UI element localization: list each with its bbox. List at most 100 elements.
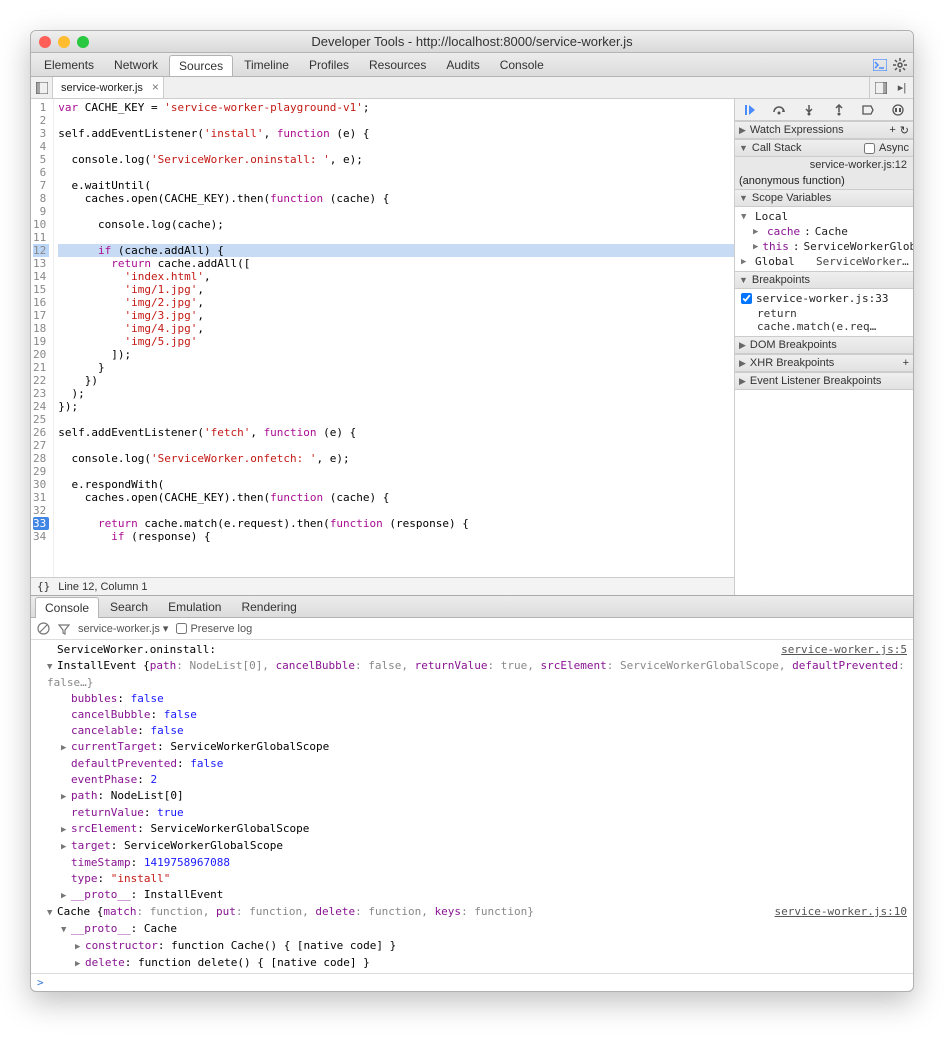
cursor-position: Line 12, Column 1 — [58, 581, 147, 593]
tab-console[interactable]: Console — [491, 55, 553, 75]
code-editor: 1234567891011121314151617181920212223242… — [31, 99, 735, 595]
dom-breakpoints-header[interactable]: ▶ DOM Breakpoints — [735, 336, 913, 354]
step-over-icon[interactable] — [770, 101, 788, 119]
breakpoints-panel-header[interactable]: ▼ Breakpoints — [735, 271, 913, 289]
editor-status-bar: {} Line 12, Column 1 — [31, 577, 734, 595]
console-line[interactable]: ▶target: ServiceWorkerGlobalScope — [37, 838, 907, 855]
callstack-frame[interactable]: (anonymous function) — [735, 173, 913, 189]
console-line[interactable]: defaultPrevented: false — [37, 756, 907, 772]
drawer-tabs: ConsoleSearchEmulationRendering — [31, 596, 913, 618]
file-tab[interactable]: service-worker.js × — [53, 77, 164, 98]
console-toolbar: service-worker.js ▾ Preserve log — [31, 618, 913, 640]
console-source-link[interactable]: service-worker.js:10 — [767, 904, 907, 921]
scope-variable[interactable]: ▶this: ServiceWorkerGloba — [739, 239, 909, 254]
add-watch-icon[interactable]: + — [889, 124, 895, 136]
console-drawer-icon[interactable] — [871, 56, 889, 74]
event-listener-breakpoints-header[interactable]: ▶ Event Listener Breakpoints — [735, 372, 913, 390]
braces-icon[interactable]: {} — [37, 580, 50, 593]
console-line[interactable]: ▼__proto__: Cache — [37, 921, 907, 938]
disclosure-icon: ▼ — [739, 193, 748, 203]
tab-timeline[interactable]: Timeline — [235, 55, 298, 75]
console-line[interactable]: bubbles: false — [37, 691, 907, 707]
console-line[interactable]: ▶currentTarget: ServiceWorkerGlobalScope — [37, 739, 907, 756]
console-line[interactable]: ▼InstallEvent {path: NodeList[0], cancel… — [37, 658, 907, 691]
sidebar-toggle-icon[interactable] — [869, 77, 891, 99]
add-xhr-icon[interactable]: + — [903, 357, 909, 369]
drawer-tab-console[interactable]: Console — [35, 597, 99, 618]
panel-title: Call Stack — [752, 142, 802, 154]
console-line[interactable]: ▶__proto__: InstallEvent — [37, 887, 907, 904]
tab-profiles[interactable]: Profiles — [300, 55, 358, 75]
pause-on-exceptions-icon[interactable] — [889, 101, 907, 119]
breakpoint-checkbox[interactable] — [741, 293, 752, 304]
console-line[interactable]: eventPhase: 2 — [37, 772, 907, 788]
filter-icon[interactable] — [58, 623, 70, 635]
tab-sources[interactable]: Sources — [169, 55, 233, 76]
drawer-tab-search[interactable]: Search — [101, 597, 157, 617]
console-line[interactable]: ▶delete: function delete() { [native cod… — [37, 955, 907, 972]
console-prompt[interactable]: > — [31, 973, 913, 991]
console-drawer: ConsoleSearchEmulationRendering service-… — [31, 595, 913, 991]
tab-audits[interactable]: Audits — [437, 55, 488, 75]
console-line[interactable]: cancelable: false — [37, 723, 907, 739]
tab-network[interactable]: Network — [105, 55, 167, 75]
close-tab-icon[interactable]: × — [152, 80, 159, 94]
async-checkbox[interactable] — [864, 143, 875, 154]
zoom-icon[interactable] — [77, 36, 89, 48]
code-area[interactable]: 1234567891011121314151617181920212223242… — [31, 99, 734, 577]
xhr-breakpoints-header[interactable]: ▶ XHR Breakpoints + — [735, 354, 913, 372]
watch-panel-header[interactable]: ▶ Watch Expressions + ↻ — [735, 121, 913, 139]
pretty-print-icon[interactable]: ▸| — [891, 77, 913, 99]
disclosure-icon: ▼ — [739, 143, 748, 153]
console-line[interactable]: ▶constructor: function Cache() { [native… — [37, 938, 907, 955]
console-source-link[interactable]: service-worker.js:5 — [773, 642, 907, 658]
main-tabs: ElementsNetworkSourcesTimelineProfilesRe… — [31, 53, 913, 77]
code-content[interactable]: var CACHE_KEY = 'service-worker-playgrou… — [54, 99, 734, 577]
scope-panel-header[interactable]: ▼ Scope Variables — [735, 189, 913, 207]
preserve-log-checkbox[interactable] — [176, 623, 187, 634]
console-line[interactable]: type: "install" — [37, 871, 907, 887]
clear-console-icon[interactable] — [37, 622, 50, 635]
navigator-toggle-icon[interactable] — [31, 77, 53, 99]
console-line[interactable]: ▼Cache {match: function, put: function, … — [37, 904, 907, 921]
line-gutter[interactable]: 1234567891011121314151617181920212223242… — [31, 99, 54, 577]
console-line[interactable]: returnValue: true — [37, 805, 907, 821]
drawer-tab-emulation[interactable]: Emulation — [159, 597, 230, 617]
context-selector[interactable]: service-worker.js ▾ — [78, 622, 168, 635]
preserve-log[interactable]: Preserve log — [176, 623, 252, 635]
refresh-watch-icon[interactable]: ↻ — [900, 124, 909, 137]
breakpoint-item[interactable]: service-worker.js:33 — [739, 291, 909, 306]
disclosure-icon: ▶ — [739, 340, 746, 351]
tab-resources[interactable]: Resources — [360, 55, 435, 75]
step-out-icon[interactable] — [830, 101, 848, 119]
panel-title: Scope Variables — [752, 192, 831, 204]
console-line[interactable]: ▶path: NodeList[0] — [37, 788, 907, 805]
close-icon[interactable] — [39, 36, 51, 48]
disclosure-icon: ▼ — [739, 275, 748, 285]
scope-global[interactable]: ▶Global ServiceWorker… — [739, 254, 909, 269]
disclosure-icon: ▶ — [739, 376, 746, 387]
minimize-icon[interactable] — [58, 36, 70, 48]
disclosure-icon: ▶ — [739, 125, 746, 136]
panel-title: DOM Breakpoints — [750, 339, 837, 351]
resume-icon[interactable] — [741, 101, 759, 119]
console-line[interactable]: ServiceWorker.oninstall:service-worker.j… — [37, 642, 907, 658]
console-line[interactable]: timeStamp: 1419758967088 — [37, 855, 907, 871]
settings-icon[interactable] — [891, 56, 909, 74]
callstack-location[interactable]: service-worker.js:12 — [735, 157, 913, 173]
step-into-icon[interactable] — [800, 101, 818, 119]
console-line[interactable]: ▶srcElement: ServiceWorkerGlobalScope — [37, 821, 907, 838]
scope-local[interactable]: ▼Local — [739, 209, 909, 224]
drawer-tab-rendering[interactable]: Rendering — [232, 597, 305, 617]
deactivate-breakpoints-icon[interactable] — [859, 101, 877, 119]
callstack-panel-header[interactable]: ▼ Call Stack Async — [735, 139, 913, 157]
debugger-sidebar: ▶ Watch Expressions + ↻ ▼ Call Stack Asy… — [735, 99, 913, 595]
sources-subtoolbar: service-worker.js × ▸| — [31, 77, 913, 99]
tab-elements[interactable]: Elements — [35, 55, 103, 75]
scope-variable[interactable]: ▶cache: Cache — [739, 224, 909, 239]
console-output[interactable]: ServiceWorker.oninstall:service-worker.j… — [31, 640, 913, 973]
console-line[interactable]: cancelBubble: false — [37, 707, 907, 723]
breakpoint-code: return cache.match(e.req… — [739, 306, 909, 334]
devtools-window: Developer Tools - http://localhost:8000/… — [30, 30, 914, 992]
window-title: Developer Tools - http://localhost:8000/… — [31, 34, 913, 49]
